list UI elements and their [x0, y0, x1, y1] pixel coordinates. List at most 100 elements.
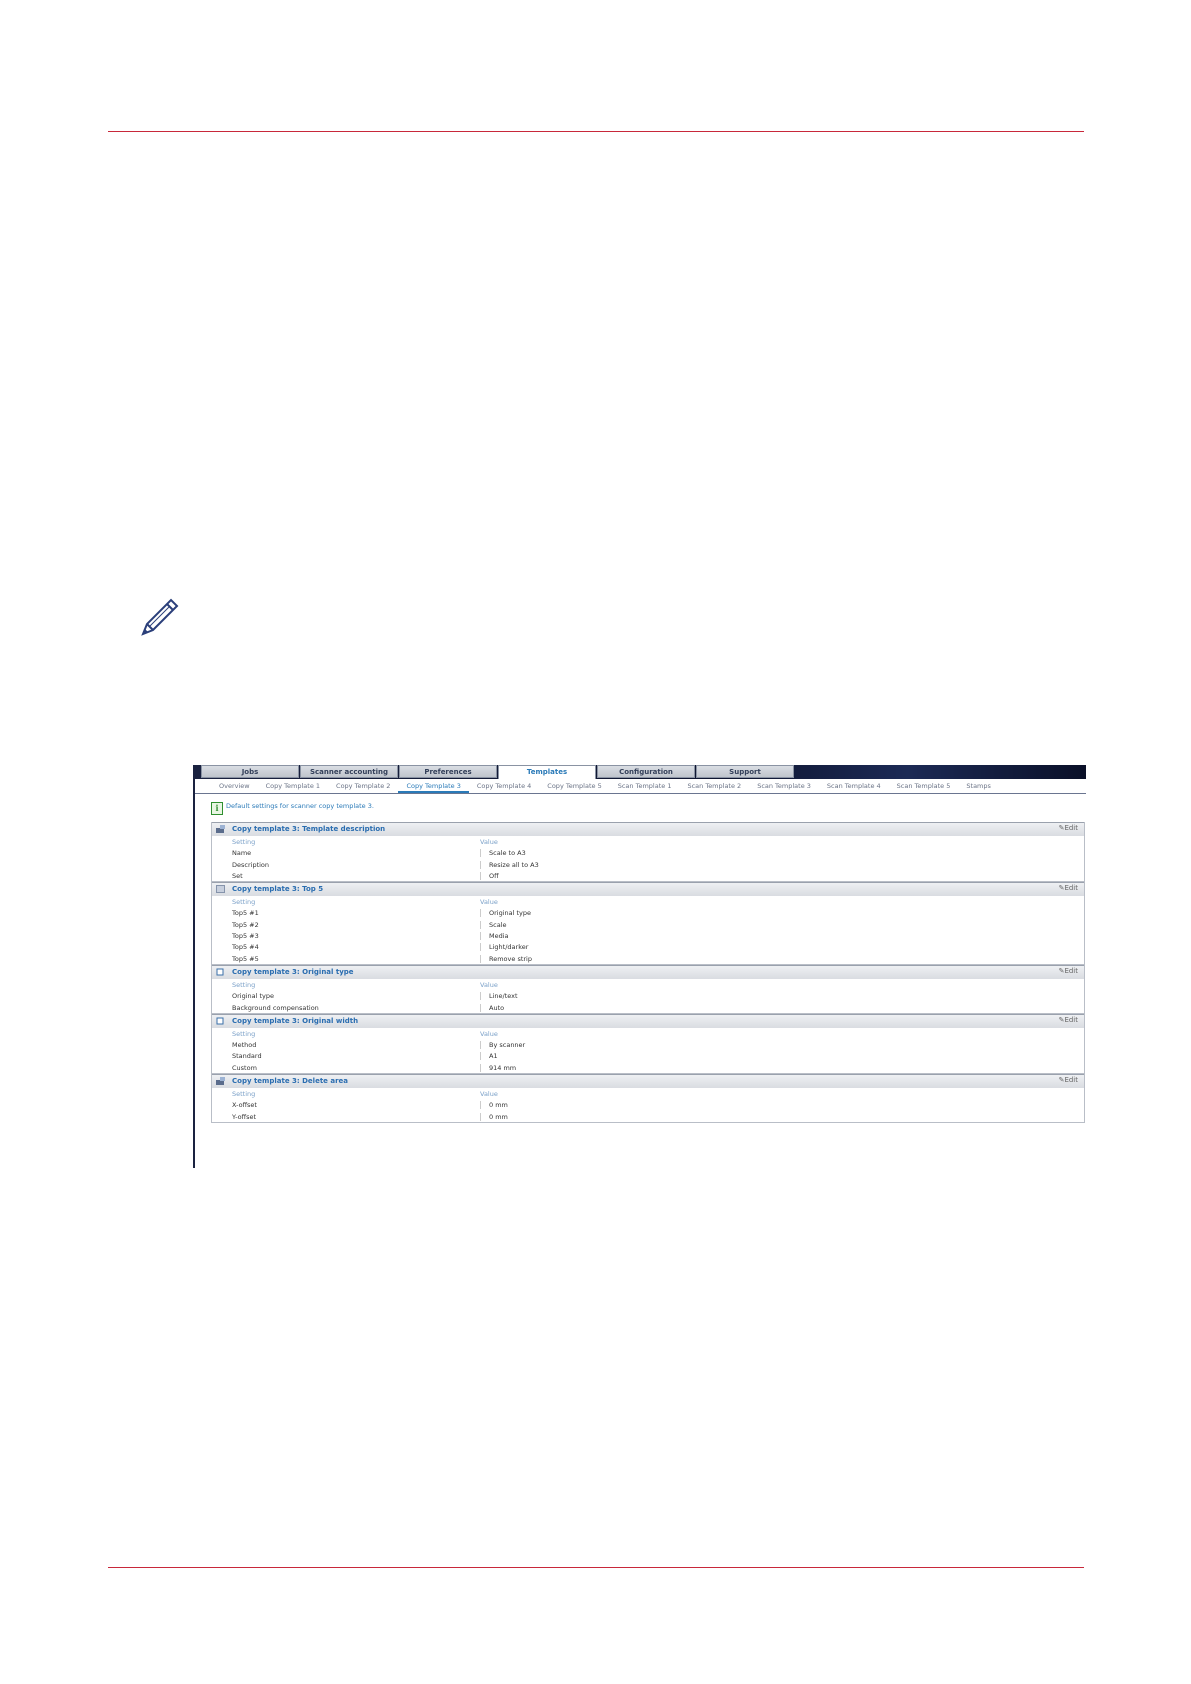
value-column-header: Value	[480, 898, 498, 907]
setting-column-header: Setting	[232, 980, 256, 989]
setting-value: 914 mm	[480, 1063, 516, 1072]
value-column-header: Value	[480, 980, 498, 989]
column-header-row: Setting Value	[212, 1088, 1084, 1099]
setting-value: Off	[480, 871, 499, 880]
top-navigation-bar: Jobs Scanner accounting Preferences Templat…	[195, 765, 1086, 779]
top-tab[interactable]: Support	[696, 765, 794, 778]
edit-link[interactable]: ✎Edit	[1059, 884, 1078, 892]
setting-value: 0 mm	[480, 1112, 508, 1121]
setting-row: Y-offset 0 mm	[212, 1111, 1084, 1122]
value-column-header: Value	[480, 1029, 498, 1038]
setting-row: Top5 #2 Scale	[212, 919, 1084, 930]
sub-tab[interactable]: Overview	[211, 779, 258, 793]
sub-tab[interactable]: Scan Template 4	[819, 779, 889, 793]
setting-value: Remove strip	[480, 954, 532, 963]
section-title: Copy template 3: Original width	[232, 1016, 359, 1025]
setting-name: Top5 #3	[232, 932, 259, 941]
sub-tab[interactable]: Copy Template 1	[258, 779, 328, 793]
info-bar: i Default settings for scanner copy temp…	[195, 794, 1086, 822]
setting-row: Method By scanner	[212, 1039, 1084, 1050]
sub-tabs: Overview Copy Template 1 Copy Template 2 Co…	[195, 779, 1086, 794]
sub-tab[interactable]: Copy Template 3	[398, 779, 469, 793]
column-header-row: Setting Value	[212, 896, 1084, 907]
edit-label: Edit	[1064, 884, 1078, 893]
setting-row: Custom 914 mm	[212, 1062, 1084, 1073]
setting-row: Top5 #3 Media	[212, 930, 1084, 941]
setting-name: Y-offset	[232, 1112, 257, 1121]
sub-tab[interactable]: Copy Template 4	[469, 779, 539, 793]
setting-name: Custom	[232, 1063, 257, 1072]
section-title: Copy template 3: Top 5	[232, 885, 324, 894]
setting-name: Top5 #1	[232, 909, 259, 918]
setting-name: Method	[232, 1041, 257, 1050]
top-tab[interactable]: Scanner accounting	[300, 765, 398, 778]
setting-row: Set Off	[212, 870, 1084, 881]
section-title: Copy template 3: Delete area	[232, 1077, 348, 1086]
section-title: Copy template 3: Template description	[232, 825, 386, 833]
settings-section: Copy template 3: Template description ✎Ed…	[211, 822, 1085, 883]
setting-name: Background compensation	[232, 1003, 319, 1012]
section-icon	[216, 968, 224, 976]
web-interface-screenshot: Jobs Scanner accounting Preferences Templat…	[193, 765, 1086, 1168]
info-icon: i	[211, 802, 223, 815]
setting-value: Light/darker	[480, 943, 528, 952]
top-tab[interactable]: Templates	[498, 765, 596, 779]
column-header-row: Setting Value	[212, 836, 1084, 847]
sub-tab[interactable]: Copy Template 5	[539, 779, 609, 793]
sub-tab[interactable]: Scan Template 5	[889, 779, 959, 793]
top-tab[interactable]: Jobs	[201, 765, 299, 778]
setting-value: Scale	[480, 920, 507, 929]
setting-row: Background compensation Auto	[212, 1002, 1084, 1013]
setting-column-header: Setting	[232, 1029, 256, 1038]
setting-value: Resize all to A3	[480, 860, 539, 869]
top-tab[interactable]: Configuration	[597, 765, 695, 778]
setting-value: By scanner	[480, 1041, 525, 1050]
info-text: Default settings for scanner copy templa…	[226, 802, 374, 810]
settings-sections: Copy template 3: Template description ✎Ed…	[195, 822, 1086, 1123]
section-title: Copy template 3: Original type	[232, 967, 354, 976]
setting-name: Top5 #5	[232, 954, 259, 963]
setting-row: Top5 #1 Original type	[212, 907, 1084, 918]
sub-tab[interactable]: Scan Template 1	[610, 779, 680, 793]
setting-name: Name	[232, 849, 252, 858]
setting-row: Original type Line/text	[212, 990, 1084, 1001]
footer-rule	[108, 1567, 1084, 1568]
section-header: Copy template 3: Template description ✎Ed…	[212, 822, 1084, 836]
setting-row: Top5 #4 Light/darker	[212, 941, 1084, 952]
section-header: Copy template 3: Delete area ✎Edit	[212, 1074, 1084, 1089]
edit-link[interactable]: ✎Edit	[1059, 824, 1078, 832]
sub-tab[interactable]: Scan Template 2	[679, 779, 749, 793]
settings-section: Copy template 3: Original width ✎Edit Sett…	[211, 1013, 1085, 1075]
settings-section: Copy template 3: Top 5 ✎Edit Setting Value T…	[211, 882, 1085, 965]
setting-row: Standard A1	[212, 1050, 1084, 1061]
section-header: Copy template 3: Original type ✎Edit	[212, 964, 1084, 979]
value-column-header: Value	[480, 1090, 498, 1099]
sub-tab[interactable]: Scan Template 3	[749, 779, 819, 793]
section-icon	[216, 1017, 224, 1025]
setting-value: A1	[480, 1052, 498, 1061]
top-tabs: Jobs Scanner accounting Preferences Templat…	[201, 765, 795, 779]
edit-label: Edit	[1064, 966, 1078, 975]
section-header: Copy template 3: Top 5 ✎Edit	[212, 882, 1084, 897]
sub-tab[interactable]: Stamps	[958, 779, 999, 793]
settings-section: Copy template 3: Original type ✎Edit Setti…	[211, 964, 1085, 1014]
column-header-row: Setting Value	[212, 979, 1084, 990]
top-tab[interactable]: Preferences	[399, 765, 497, 778]
setting-name: Description	[232, 860, 270, 869]
edit-link[interactable]: ✎Edit	[1059, 1016, 1078, 1024]
edit-label: Edit	[1064, 1076, 1078, 1085]
setting-name: Original type	[232, 992, 275, 1001]
setting-row: X-offset 0 mm	[212, 1099, 1084, 1110]
setting-row: Top5 #5 Remove strip	[212, 953, 1084, 964]
edit-link[interactable]: ✎Edit	[1059, 1076, 1078, 1084]
edit-link[interactable]: ✎Edit	[1059, 967, 1078, 975]
section-icon	[216, 885, 225, 894]
edit-label: Edit	[1064, 824, 1078, 832]
edit-label: Edit	[1064, 1015, 1078, 1024]
setting-value: Media	[480, 932, 509, 941]
setting-value: Original type	[480, 909, 531, 918]
setting-name: Standard	[232, 1052, 262, 1061]
sub-tab[interactable]: Copy Template 2	[328, 779, 398, 793]
section-header: Copy template 3: Original width ✎Edit	[212, 1013, 1084, 1028]
setting-value: Line/text	[480, 992, 518, 1001]
